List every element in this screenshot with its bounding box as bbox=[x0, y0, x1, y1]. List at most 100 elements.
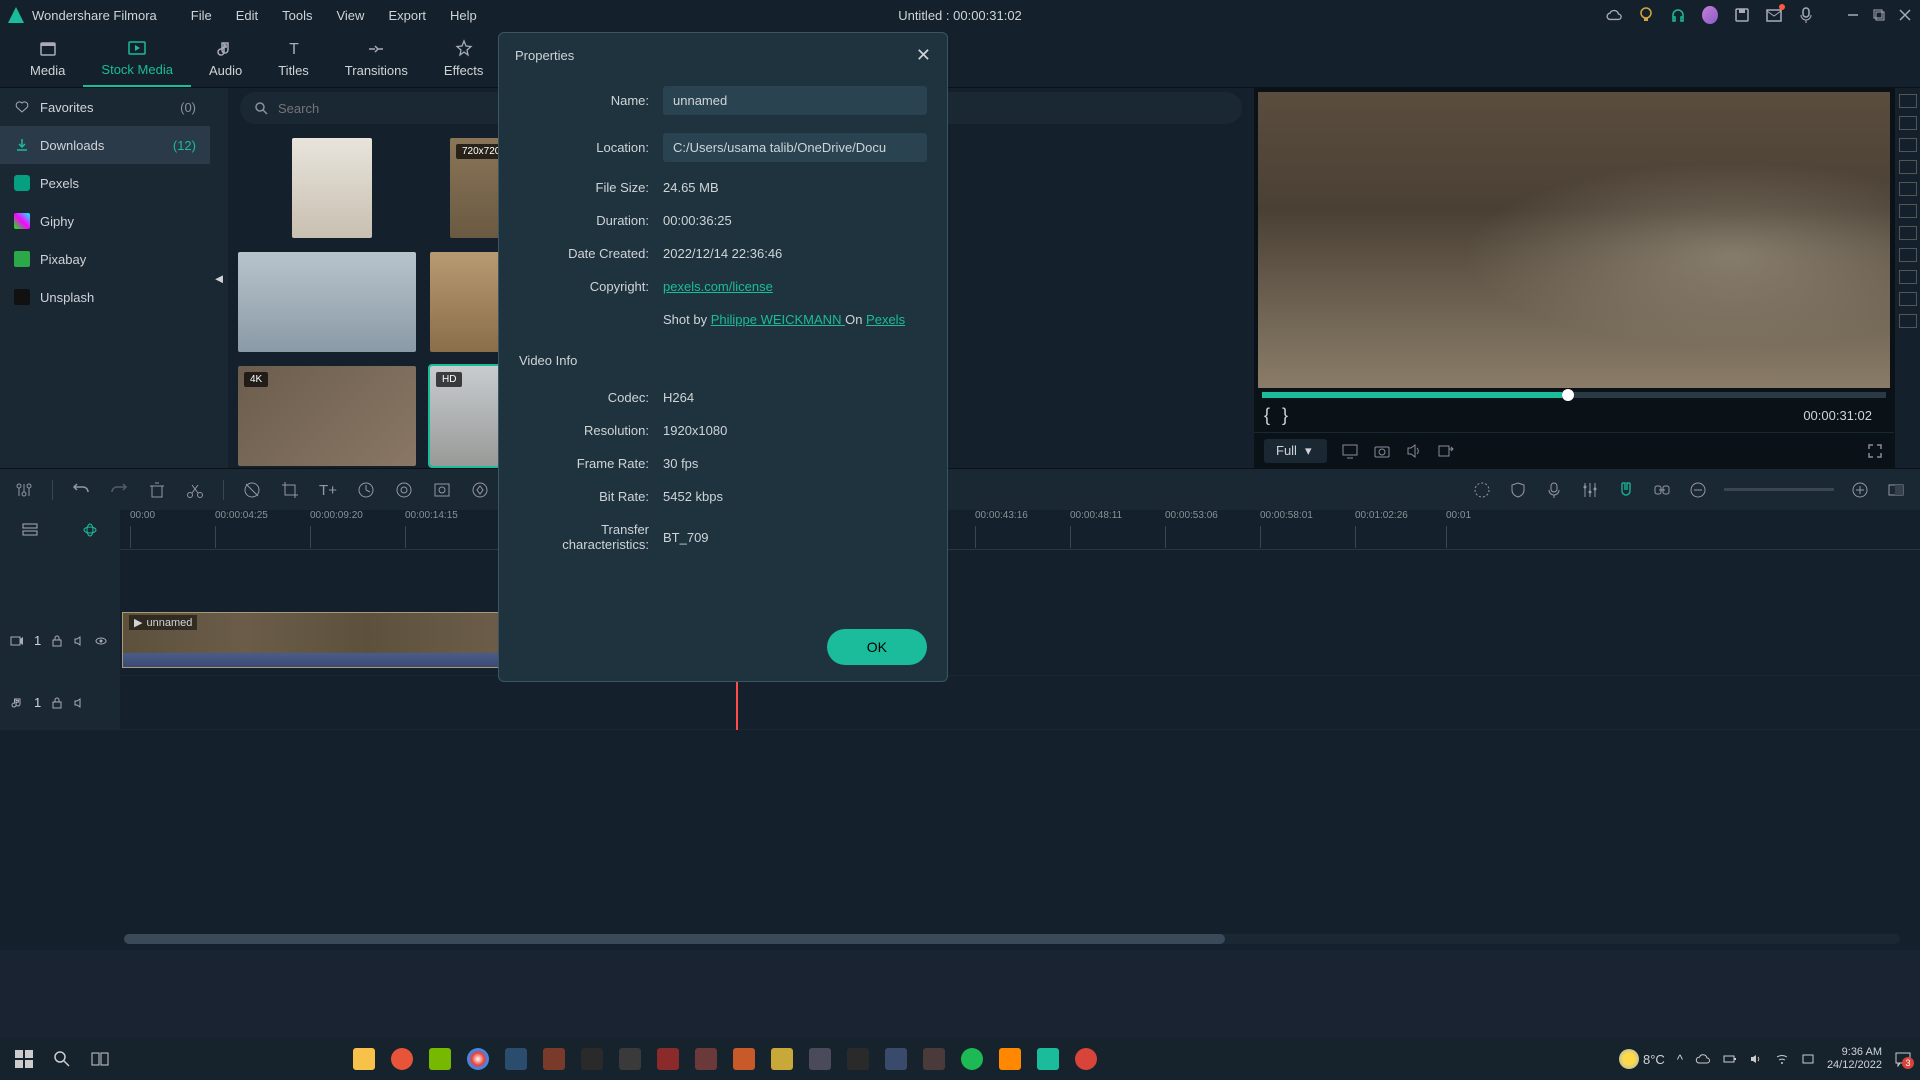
author-link[interactable]: Philippe WEICKMANN bbox=[711, 312, 845, 327]
tab-audio[interactable]: Audio bbox=[191, 30, 260, 87]
menu-view[interactable]: View bbox=[326, 4, 374, 27]
tray-volume-icon[interactable] bbox=[1749, 1052, 1763, 1066]
taskbar-app[interactable] bbox=[538, 1043, 570, 1075]
voiceover-icon[interactable] bbox=[1544, 480, 1564, 500]
mute-icon[interactable] bbox=[73, 635, 85, 647]
undo-icon[interactable] bbox=[71, 480, 91, 500]
strip-box[interactable] bbox=[1899, 270, 1917, 284]
taskbar-app[interactable] bbox=[1032, 1043, 1064, 1075]
media-thumb[interactable] bbox=[430, 252, 500, 352]
link-icon[interactable] bbox=[1652, 480, 1672, 500]
redo-icon[interactable] bbox=[109, 480, 129, 500]
sidebar-item-unsplash[interactable]: Unsplash bbox=[0, 278, 210, 316]
taskbar-app[interactable] bbox=[918, 1043, 950, 1075]
mixer-icon[interactable] bbox=[1580, 480, 1600, 500]
sidebar-item-pexels[interactable]: Pexels bbox=[0, 164, 210, 202]
taskbar-app[interactable] bbox=[652, 1043, 684, 1075]
sidebar-item-giphy[interactable]: Giphy bbox=[0, 202, 210, 240]
ok-button[interactable]: OK bbox=[827, 629, 927, 665]
fit-icon[interactable] bbox=[1886, 480, 1906, 500]
taskbar-app[interactable] bbox=[956, 1043, 988, 1075]
text-tool-icon[interactable]: T+ bbox=[318, 480, 338, 500]
taskbar-app[interactable] bbox=[804, 1043, 836, 1075]
save-icon[interactable] bbox=[1734, 7, 1750, 23]
name-field[interactable]: unnamed bbox=[663, 86, 927, 115]
timeline-ruler[interactable]: 00:00 00:00:04:25 00:00:09:20 00:00:14:1… bbox=[120, 510, 1920, 550]
volume-icon[interactable] bbox=[1405, 442, 1423, 460]
color-icon[interactable] bbox=[394, 480, 414, 500]
headset-icon[interactable] bbox=[1670, 7, 1686, 23]
marker-icon[interactable] bbox=[242, 480, 262, 500]
magnet-icon[interactable] bbox=[1616, 480, 1636, 500]
zoom-slider[interactable] bbox=[1724, 488, 1834, 491]
location-field[interactable]: C:/Users/usama talib/OneDrive/Docu bbox=[663, 133, 927, 162]
track-layout-icon[interactable] bbox=[21, 521, 39, 539]
taskbar-app[interactable] bbox=[766, 1043, 798, 1075]
shield-icon[interactable] bbox=[1508, 480, 1528, 500]
delete-icon[interactable] bbox=[147, 480, 167, 500]
taskbar-app[interactable] bbox=[880, 1043, 912, 1075]
tray-battery-icon[interactable] bbox=[1723, 1052, 1737, 1066]
strip-box[interactable] bbox=[1899, 292, 1917, 306]
maximize-button[interactable] bbox=[1872, 8, 1886, 22]
adjust-icon[interactable] bbox=[14, 480, 34, 500]
preview-progress[interactable] bbox=[1262, 392, 1886, 398]
menu-tools[interactable]: Tools bbox=[272, 4, 322, 27]
menu-export[interactable]: Export bbox=[378, 4, 436, 27]
speed-icon[interactable] bbox=[356, 480, 376, 500]
taskbar-app[interactable] bbox=[690, 1043, 722, 1075]
account-avatar[interactable] bbox=[1702, 7, 1718, 23]
menu-file[interactable]: File bbox=[181, 4, 222, 27]
keyframe-icon[interactable] bbox=[470, 480, 490, 500]
task-view-button[interactable] bbox=[84, 1043, 116, 1075]
tab-media[interactable]: Media bbox=[12, 30, 83, 87]
pexels-link[interactable]: Pexels bbox=[866, 312, 905, 327]
mail-notification-icon[interactable] bbox=[1766, 7, 1782, 23]
menu-edit[interactable]: Edit bbox=[226, 4, 268, 27]
auto-ripple-icon[interactable] bbox=[81, 521, 99, 539]
display-icon[interactable] bbox=[1341, 442, 1359, 460]
taskbar-app[interactable] bbox=[842, 1043, 874, 1075]
strip-box[interactable] bbox=[1899, 204, 1917, 218]
mark-in-button[interactable]: { bbox=[1264, 405, 1270, 426]
close-button[interactable] bbox=[1898, 8, 1912, 22]
collapse-sidebar-button[interactable]: ◄ bbox=[210, 88, 228, 468]
visibility-icon[interactable] bbox=[95, 635, 107, 647]
mute-icon[interactable] bbox=[73, 697, 85, 709]
tab-effects[interactable]: Effects bbox=[426, 30, 502, 87]
taskbar-app[interactable] bbox=[500, 1043, 532, 1075]
green-screen-icon[interactable] bbox=[432, 480, 452, 500]
sidebar-item-pixabay[interactable]: Pixabay bbox=[0, 240, 210, 278]
taskbar-app[interactable] bbox=[994, 1043, 1026, 1075]
zoom-in-icon[interactable] bbox=[1850, 480, 1870, 500]
media-thumb[interactable] bbox=[292, 138, 372, 238]
sidebar-item-downloads[interactable]: Downloads(12) bbox=[0, 126, 210, 164]
minimize-button[interactable] bbox=[1846, 8, 1860, 22]
sidebar-item-favorites[interactable]: Favorites(0) bbox=[0, 88, 210, 126]
tab-titles[interactable]: TTitles bbox=[260, 30, 327, 87]
menu-help[interactable]: Help bbox=[440, 4, 487, 27]
mic-icon[interactable] bbox=[1798, 7, 1814, 23]
copyright-link[interactable]: pexels.com/license bbox=[663, 279, 927, 294]
lock-icon[interactable] bbox=[51, 697, 63, 709]
tab-stock-media[interactable]: Stock Media bbox=[83, 30, 191, 87]
cloud-icon[interactable] bbox=[1606, 7, 1622, 23]
render-icon[interactable] bbox=[1472, 480, 1492, 500]
taskbar-app[interactable] bbox=[462, 1043, 494, 1075]
mark-out-button[interactable]: } bbox=[1282, 405, 1288, 426]
tray-input-icon[interactable] bbox=[1801, 1052, 1815, 1066]
strip-box[interactable] bbox=[1899, 226, 1917, 240]
system-clock[interactable]: 9:36 AM24/12/2022 bbox=[1827, 1046, 1882, 1072]
split-icon[interactable] bbox=[185, 480, 205, 500]
media-thumb[interactable]: 4K bbox=[238, 366, 416, 466]
search-button[interactable] bbox=[46, 1043, 78, 1075]
strip-box[interactable] bbox=[1899, 138, 1917, 152]
media-thumb[interactable] bbox=[238, 252, 416, 352]
weather-widget[interactable]: 8°C bbox=[1619, 1049, 1665, 1069]
timeline-scrollbar[interactable] bbox=[124, 934, 1900, 944]
taskbar-app[interactable] bbox=[348, 1043, 380, 1075]
export-frame-icon[interactable] bbox=[1437, 442, 1455, 460]
tab-transitions[interactable]: Transitions bbox=[327, 30, 426, 87]
notification-button[interactable]: 3 bbox=[1894, 1051, 1912, 1067]
crop-icon[interactable] bbox=[280, 480, 300, 500]
